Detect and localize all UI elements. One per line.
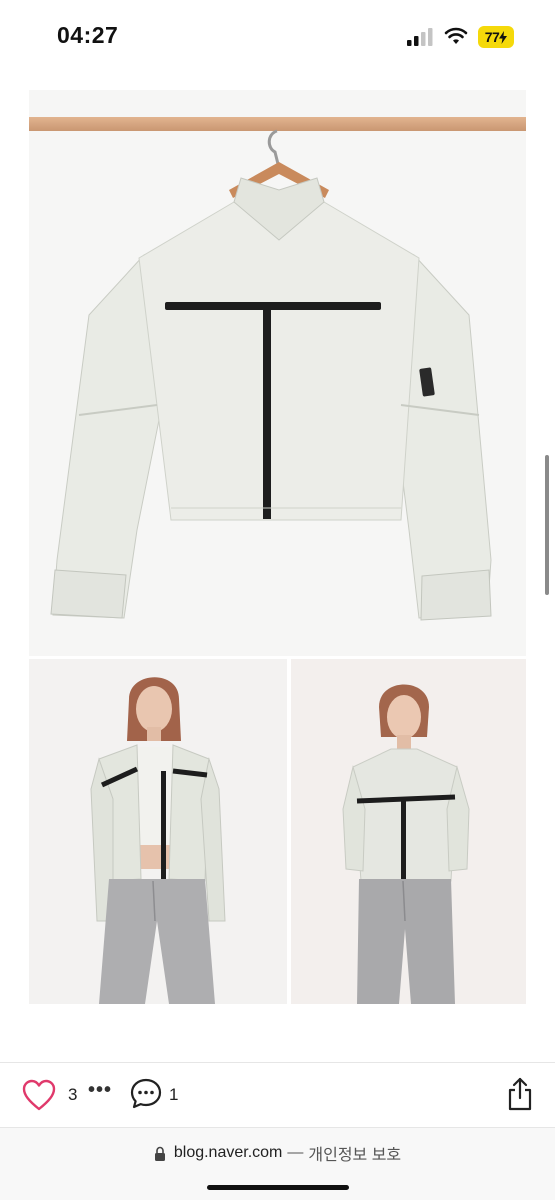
post-action-bar: 3 ••• 1 bbox=[0, 1063, 555, 1125]
lock-icon bbox=[154, 1146, 165, 1161]
heart-icon[interactable] bbox=[21, 1078, 57, 1112]
comment-icon[interactable] bbox=[129, 1077, 163, 1111]
url-separator: — bbox=[287, 1144, 304, 1161]
home-indicator[interactable] bbox=[207, 1185, 349, 1190]
url-domain: blog.naver.com bbox=[173, 1144, 283, 1161]
battery-indicator: 77 bbox=[478, 26, 514, 48]
model-photo-front-open[interactable] bbox=[29, 659, 287, 1004]
scroll-indicator[interactable] bbox=[545, 455, 549, 595]
more-options-button[interactable]: ••• bbox=[88, 1079, 118, 1109]
status-time: 04:27 bbox=[57, 22, 119, 48]
charging-bolt-icon bbox=[499, 30, 508, 44]
browser-address-bar[interactable]: blog.naver.com — 개인정보 보호 bbox=[0, 1128, 555, 1178]
share-icon[interactable] bbox=[506, 1076, 534, 1112]
battery-level: 77 bbox=[484, 29, 500, 45]
comment-count: 1 bbox=[169, 1085, 179, 1104]
cellular-signal-icon bbox=[407, 28, 433, 46]
model-photo-front-zipped[interactable] bbox=[291, 659, 526, 1004]
wifi-icon bbox=[444, 27, 468, 44]
like-count: 3 bbox=[68, 1085, 78, 1104]
product-photo-jacket-hanger[interactable] bbox=[29, 90, 526, 656]
status-bar: 04:27 77 bbox=[0, 0, 555, 75]
privacy-label: 개인정보 보호 bbox=[308, 1147, 402, 1164]
